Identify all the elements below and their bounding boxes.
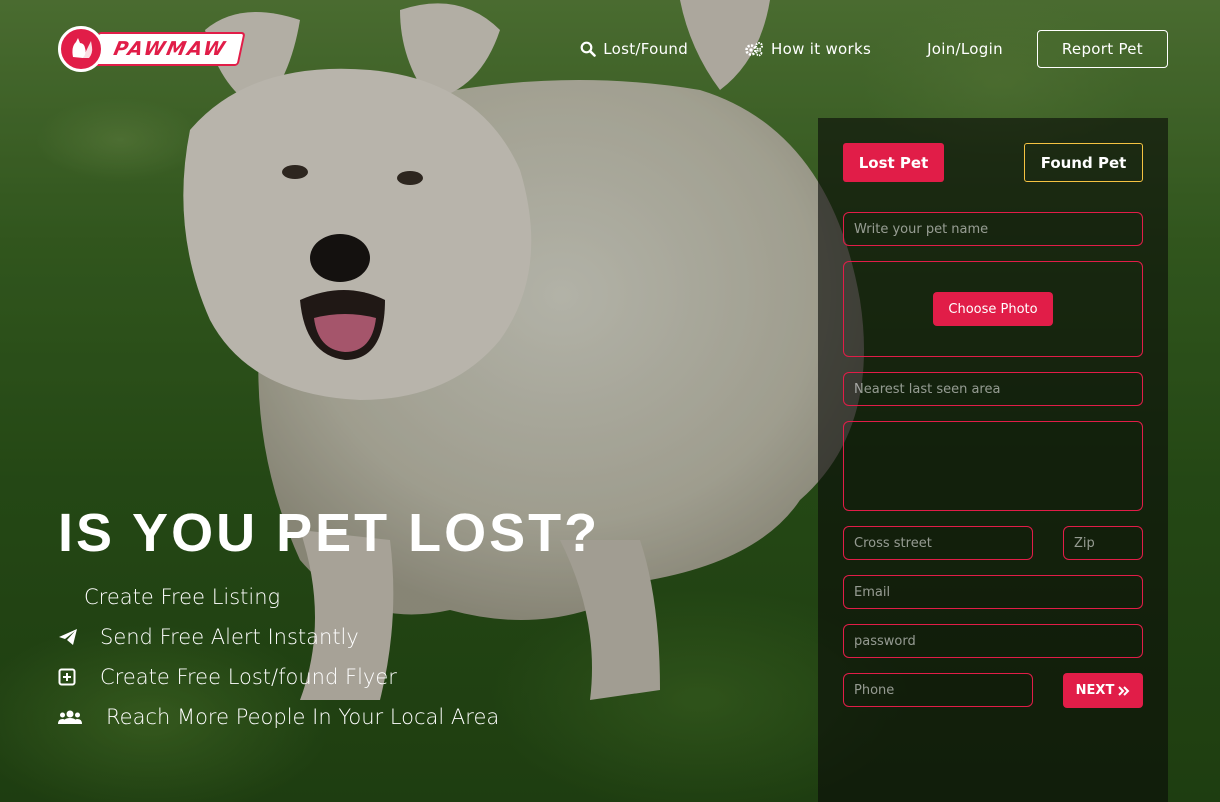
nav-lost-found[interactable]: Lost/Found [580,40,688,58]
plus-square-icon [58,668,100,686]
report-pet-button[interactable]: Report Pet [1036,30,1168,68]
zip-input[interactable] [1063,526,1143,560]
gears-icon [745,42,764,57]
feature-item: Create Free Listing [58,577,499,617]
paper-plane-icon [58,628,100,646]
nav-lost-found-label: Lost/Found [603,40,689,58]
pet-name-input[interactable] [843,212,1143,246]
feature-text: Create Free Lost/found Flyer [100,665,397,689]
users-icon [58,709,106,725]
brand-logo[interactable]: PAWMAW [58,26,246,72]
search-icon [580,41,597,57]
feature-text: Create Free Listing [84,585,281,609]
feature-text: Reach More People In Your Local Area [106,705,500,729]
feature-item: Reach More People In Your Local Area [58,697,499,737]
email-input[interactable] [843,575,1143,609]
brand-name: PAWMAW [90,32,246,66]
double-chevron-right-icon [1118,685,1130,696]
feature-item: Send Free Alert Instantly [58,617,499,657]
tab-found-pet[interactable]: Found Pet [1024,143,1143,182]
feature-item: Create Free Lost/found Flyer [58,657,499,697]
nav-how-it-works-label: How it works [771,40,872,58]
next-button-label: NEXT [1075,683,1115,698]
nav-join-login-label: Join/Login [927,40,1003,58]
choose-photo-button[interactable]: Choose Photo [933,292,1053,326]
main-nav: Lost/Found How it works Join/Login Repor… [580,30,1168,68]
dog-cat-logo-icon [58,26,104,72]
next-button[interactable]: NEXT [1063,673,1143,708]
cross-street-input[interactable] [843,526,1033,560]
last-seen-area-input[interactable] [843,372,1143,406]
report-form-panel: Lost Pet Found Pet Choose Photo NEXT [818,118,1168,802]
photo-upload-area[interactable]: Choose Photo [843,261,1143,357]
hero-title: IS YOU PET LOST? [58,503,601,563]
password-input[interactable] [843,624,1143,658]
feature-list: Create Free Listing Send Free Alert Inst… [58,577,499,737]
tab-lost-pet[interactable]: Lost Pet [843,143,944,182]
feature-text: Send Free Alert Instantly [100,625,359,649]
nav-join-login[interactable]: Join/Login [927,40,1003,58]
nav-how-it-works[interactable]: How it works [744,40,871,58]
description-textarea[interactable] [843,421,1143,511]
phone-input[interactable] [843,673,1033,707]
